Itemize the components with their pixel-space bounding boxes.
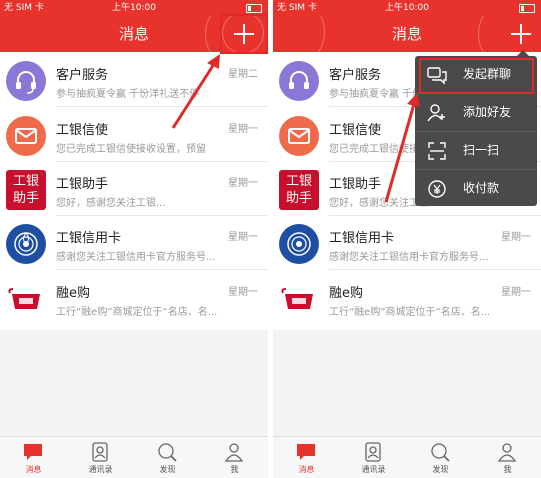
arrow-icon [171,54,220,129]
screen-left: 无 SIM 卡 上午10:00 消息 客户服务 星期二 参与抽疯夏令赢 千份洋礼… [0,0,268,478]
screen-right: 无 SIM 卡 上午10:00 消息 客户服务 星期二 参与抽疯夏令赢 千份洋礼… [273,0,541,478]
arrow-icon [384,93,420,203]
